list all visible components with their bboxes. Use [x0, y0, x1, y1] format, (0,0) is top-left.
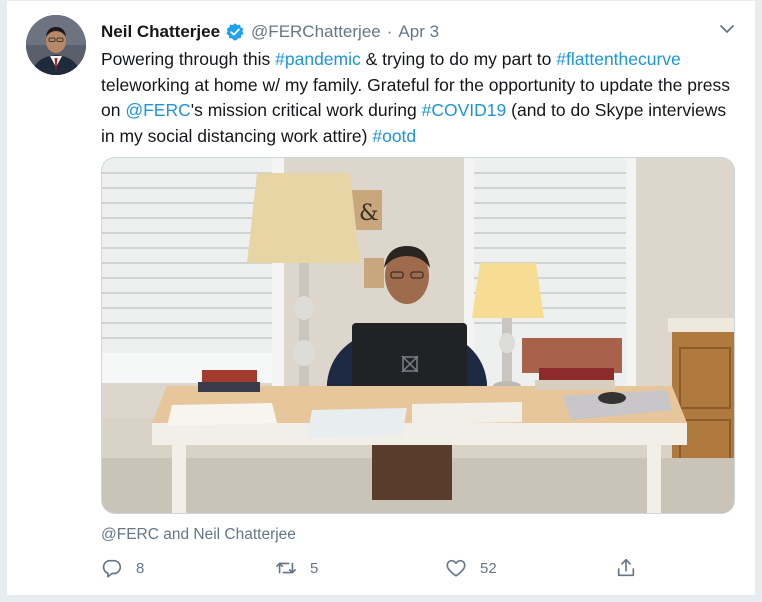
tweet-text-segment: 's mission critical work during	[190, 100, 422, 120]
like-button[interactable]: 52	[445, 557, 497, 579]
author-name[interactable]: Neil Chatterjee	[101, 22, 220, 42]
tweet-header: Neil Chatterjee @FERChatterjee · Apr 3	[101, 21, 439, 43]
author-handle[interactable]: @FERChatterjee	[251, 22, 381, 42]
svg-text:&: &	[359, 201, 379, 226]
tweet-link[interactable]: @FERC	[125, 100, 190, 120]
like-count: 52	[480, 559, 497, 577]
tweet-link[interactable]: #ootd	[372, 126, 416, 146]
avatar-image	[26, 15, 86, 75]
separator-dot: ·	[386, 22, 393, 41]
chevron-down-icon[interactable]	[717, 19, 737, 39]
office-photo-image: &	[102, 158, 734, 513]
avatar[interactable]	[26, 15, 86, 75]
retweet-count: 5	[310, 559, 319, 577]
share-icon	[617, 558, 635, 577]
photo-attribution[interactable]: @FERC and Neil Chatterjee	[101, 526, 296, 544]
tweet-text-segment: & trying to do my part to	[360, 49, 557, 69]
share-button[interactable]	[615, 557, 637, 579]
tweet-date[interactable]: Apr 3	[398, 22, 439, 42]
tweet-link[interactable]: #COVID19	[422, 100, 507, 120]
like-icon	[446, 559, 466, 577]
tweet-link[interactable]: #flattenthecurve	[556, 49, 681, 69]
tweet-actions: 8 5 52	[101, 557, 641, 583]
verified-badge-icon	[225, 22, 245, 42]
reply-count: 8	[136, 559, 145, 577]
reply-icon	[102, 559, 122, 578]
tweet-photo[interactable]: &	[101, 157, 735, 514]
tweet-text-segment: Powering through this	[101, 49, 276, 69]
tweet-text: Powering through this #pandemic & trying…	[101, 47, 741, 149]
retweet-button[interactable]: 5	[275, 557, 318, 579]
tweet-link[interactable]: #pandemic	[275, 49, 361, 69]
tweet-card[interactable]: Neil Chatterjee @FERChatterjee · Apr 3 P…	[6, 0, 756, 596]
reply-button[interactable]: 8	[101, 557, 144, 579]
retweet-icon	[276, 562, 296, 574]
